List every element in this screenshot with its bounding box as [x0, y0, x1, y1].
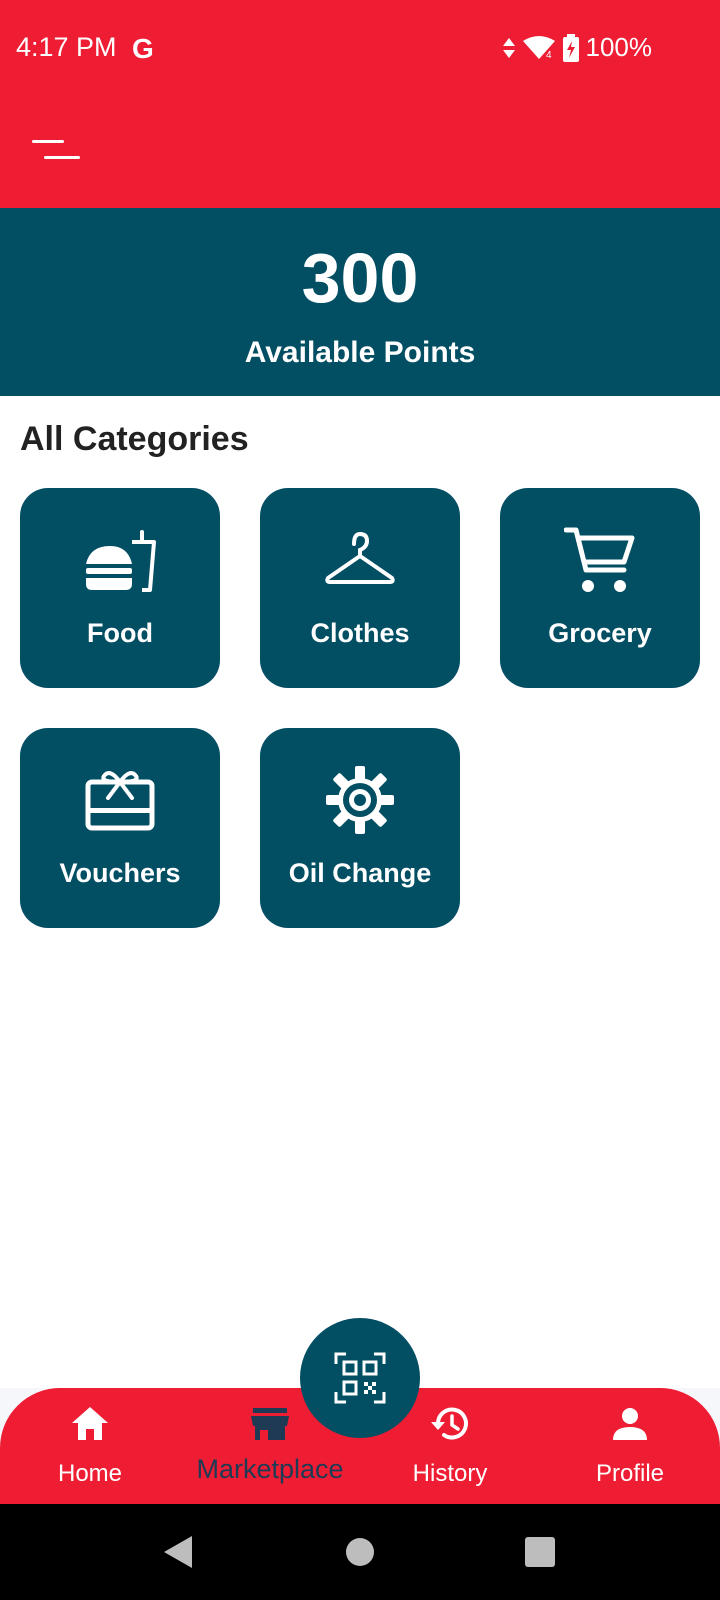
svg-text:4: 4 [546, 50, 552, 61]
nav-label: History [412, 1460, 488, 1487]
category-label: Oil Change [288, 858, 432, 888]
home-circle-icon[interactable] [338, 1530, 382, 1574]
points-label: Available Points [244, 336, 476, 369]
nav-label: Home [57, 1460, 123, 1487]
gift-card-icon [85, 771, 155, 831]
gear-icon [326, 766, 394, 834]
category-tile-clothes[interactable]: Clothes [260, 488, 460, 688]
category-tile-grocery[interactable]: Grocery [500, 488, 700, 688]
system-nav-bar [0, 1504, 720, 1600]
categories-title: All Categories [20, 420, 249, 458]
category-tile-food[interactable]: Food [20, 488, 220, 688]
nav-item-profile[interactable]: Profile [540, 1388, 720, 1504]
category-tile-vouchers[interactable]: Vouchers [20, 728, 220, 928]
category-label: Vouchers [59, 858, 181, 888]
google-icon: G [132, 33, 154, 64]
recents-icon[interactable] [518, 1530, 562, 1574]
menu-icon[interactable] [28, 134, 84, 168]
qr-code-icon [334, 1352, 386, 1404]
back-icon[interactable] [156, 1530, 200, 1574]
nav-item-home[interactable]: Home [0, 1388, 180, 1504]
nav-label: Profile [595, 1460, 665, 1487]
points-value: 300 [301, 239, 419, 317]
history-icon [431, 1407, 468, 1440]
battery-percent: 100% [585, 32, 653, 62]
status-time: 4:17 PM [16, 32, 117, 62]
nav-label: Marketplace [196, 1454, 344, 1484]
store-icon [251, 1408, 289, 1440]
category-label: Clothes [310, 618, 410, 648]
person-icon [613, 1408, 647, 1440]
status-indicators: 4 100% [502, 32, 653, 63]
cart-icon [564, 527, 635, 592]
category-label: Grocery [548, 618, 652, 648]
data-arrows-icon [502, 37, 515, 58]
battery-icon [562, 33, 579, 62]
points-banner: 300 Available Points [0, 208, 720, 396]
qr-scan-button[interactable] [300, 1318, 420, 1438]
hanger-icon [325, 531, 395, 584]
status-bar: 4:17 PM G 4 100% [0, 0, 720, 96]
app-bar [0, 96, 720, 208]
category-label: Food [87, 618, 153, 648]
category-tile-oil-change[interactable]: Oil Change [260, 728, 460, 928]
wifi-icon: 4 [522, 35, 555, 61]
home-icon [72, 1407, 108, 1440]
fastfood-icon [86, 530, 156, 592]
